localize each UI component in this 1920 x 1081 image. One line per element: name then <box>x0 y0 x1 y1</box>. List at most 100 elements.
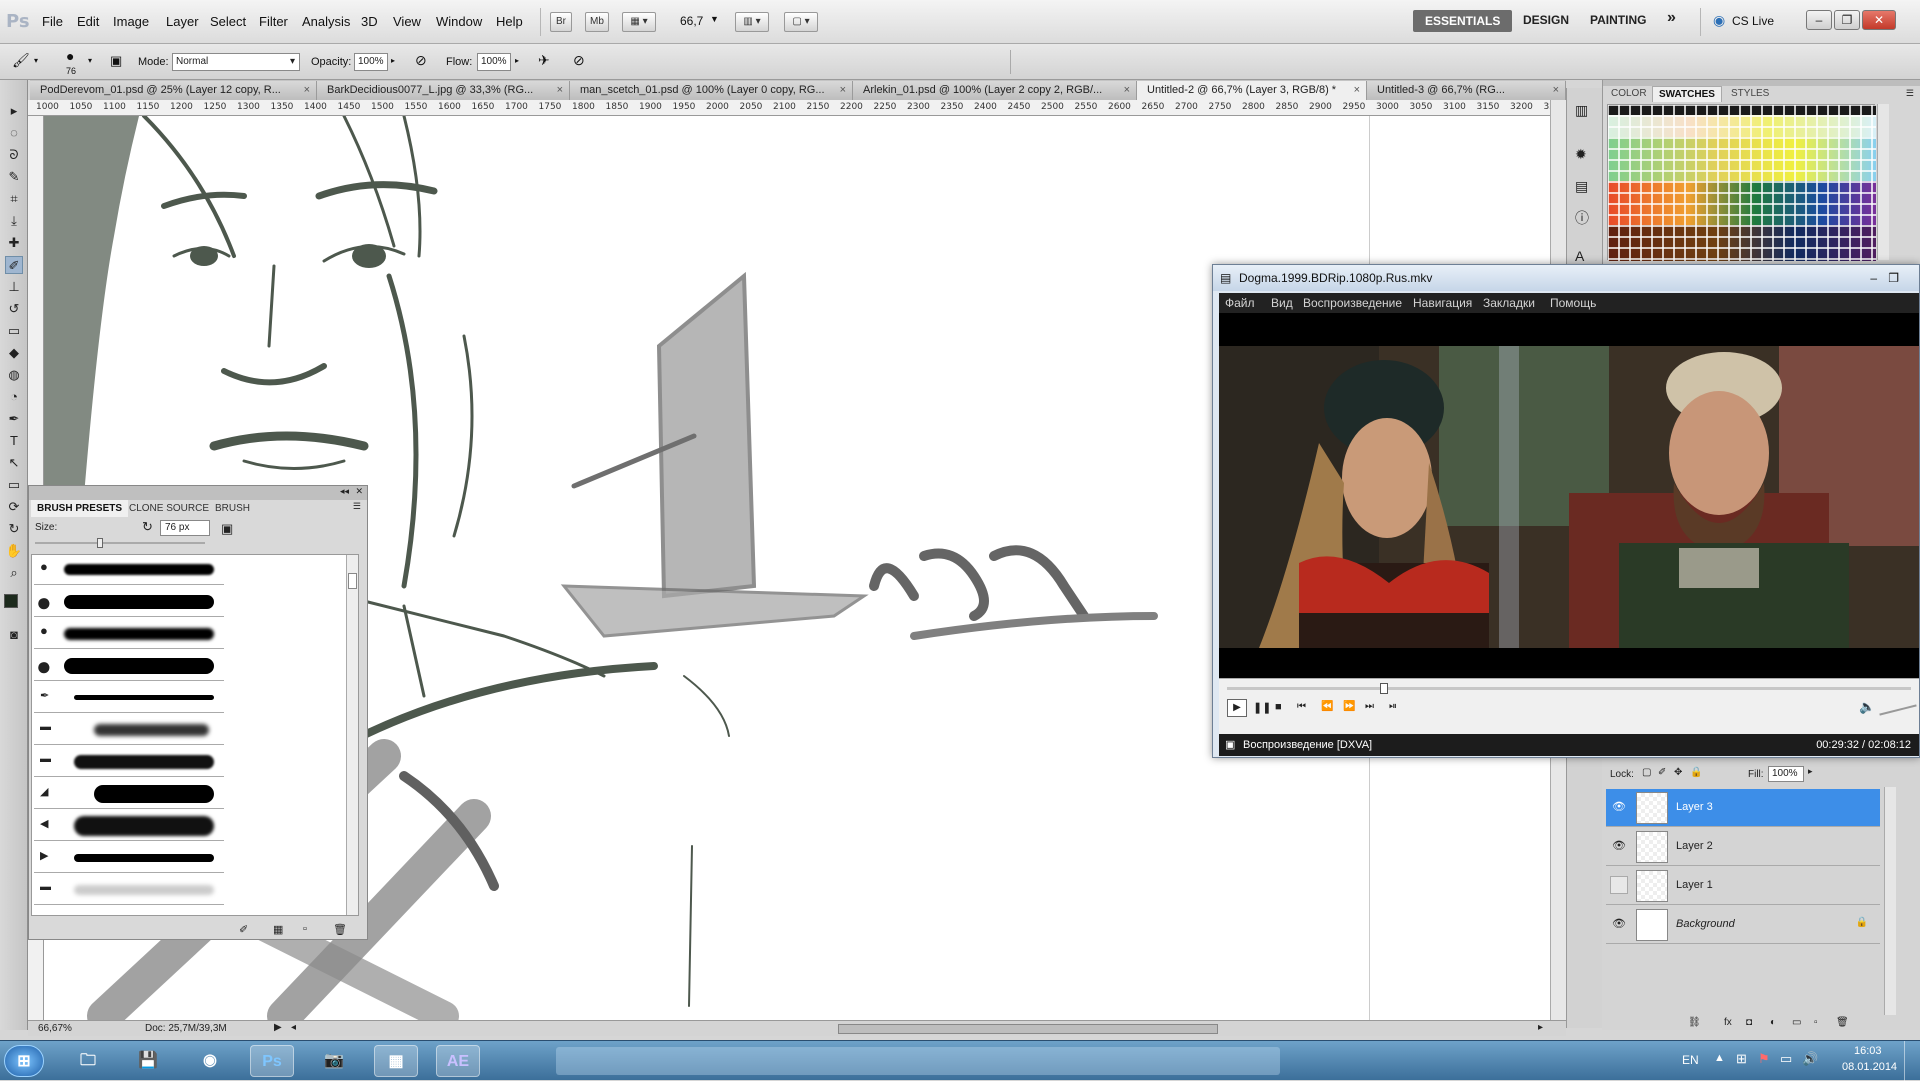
size-input[interactable]: 76 px <box>160 520 210 536</box>
gradient-tool-icon[interactable]: ◆ <box>5 344 23 362</box>
hand-tool-icon[interactable]: ✋ <box>5 542 23 560</box>
character-icon[interactable]: A <box>1575 248 1584 264</box>
pressure-size-icon[interactable]: ⊘ <box>573 52 585 69</box>
visibility-eye-icon[interactable]: 👁 <box>1610 798 1628 816</box>
tray-arrow-icon[interactable]: ▲ <box>1714 1052 1725 1064</box>
lasso-tool-icon[interactable]: ᘐ <box>5 146 23 164</box>
photoshop-taskbar-icon[interactable]: Ps <box>250 1045 294 1077</box>
chevron-down-icon[interactable]: ▾ <box>34 56 38 65</box>
device-icon[interactable]: ▭ <box>1780 1051 1792 1067</box>
more-workspaces-icon[interactable]: » <box>1667 9 1676 27</box>
brush-preset-item[interactable]: ● <box>34 555 224 585</box>
chevron-down-icon[interactable]: ▼ <box>710 14 719 24</box>
menu-analysis[interactable]: Analysis <box>302 14 350 29</box>
chevron-right-icon[interactable]: ▸ <box>515 56 519 65</box>
after-effects-icon[interactable]: AE <box>436 1045 480 1077</box>
volume-tray-icon[interactable]: 🔊 <box>1802 1051 1818 1067</box>
path-select-tool-icon[interactable]: ↖ <box>5 454 23 472</box>
brush-preset-item[interactable]: ◀ <box>34 811 224 841</box>
save-app-icon[interactable]: 💾 <box>126 1045 170 1077</box>
tab-clone-source[interactable]: CLONE SOURCE <box>123 500 215 517</box>
lock-all-icon[interactable]: 🔒 <box>1690 767 1702 778</box>
close-icon[interactable]: × <box>1553 81 1559 99</box>
layer-mask-icon[interactable]: ◘ <box>1746 1017 1752 1028</box>
move-tool-icon[interactable]: ▸ <box>5 102 23 120</box>
menu-file[interactable]: File <box>42 14 63 29</box>
close-icon[interactable]: × <box>840 81 846 99</box>
seek-thumb[interactable] <box>1380 683 1389 694</box>
tab-document[interactable]: PodDerevom_01.psd @ 25% (Layer 12 copy, … <box>30 81 317 100</box>
adjustments-icon[interactable]: ✹ <box>1575 146 1587 163</box>
new-brush-icon[interactable]: ▫ <box>303 923 307 935</box>
adjustment-layer-icon[interactable]: ◐ <box>1770 1017 1776 1028</box>
view-extras-button[interactable]: ▦ ▾ <box>622 12 656 32</box>
healing-tool-icon[interactable]: ✚ <box>5 234 23 252</box>
language-indicator[interactable]: EN <box>1682 1053 1699 1067</box>
layer-style-icon[interactable]: fx <box>1724 1017 1732 1028</box>
minimize-icon[interactable]: – <box>1806 10 1832 30</box>
marquee-tool-icon[interactable]: ◌ <box>5 124 23 142</box>
tab-brush[interactable]: BRUSH <box>209 500 256 517</box>
start-button[interactable]: ⊞ <box>4 1045 44 1077</box>
collapse-icon[interactable]: ◂◂ <box>340 486 349 497</box>
history-brush-tool-icon[interactable]: ↺ <box>5 300 23 318</box>
workspace-painting[interactable]: PAINTING <box>1590 13 1646 27</box>
cs-live-button[interactable]: CS Live <box>1732 14 1774 28</box>
close-icon[interactable]: ✕ <box>355 486 363 497</box>
panel-header[interactable]: ◂◂ ✕ <box>29 486 367 500</box>
screen-mode-button[interactable]: ▢ ▾ <box>784 12 818 32</box>
workspace-design[interactable]: DESIGN <box>1523 13 1569 27</box>
network-icon[interactable]: ⊞ <box>1736 1051 1747 1067</box>
video-frame[interactable] <box>1219 313 1919 678</box>
layer-row[interactable]: 👁 Layer 3 <box>1606 789 1880 827</box>
tab-document[interactable]: BarkDecidious0077_L.jpg @ 33,3% (RG... × <box>317 81 570 100</box>
brush-preset-item[interactable]: ● <box>34 651 224 681</box>
tab-brush-presets[interactable]: BRUSH PRESETS <box>31 500 129 517</box>
brush-preset-item[interactable]: ● <box>34 619 224 649</box>
menu-window[interactable]: Window <box>436 14 482 29</box>
quick-mask-icon[interactable]: ◙ <box>5 626 23 644</box>
close-icon[interactable]: × <box>1354 81 1360 99</box>
brush-tool-icon[interactable]: 🖌 <box>12 52 30 69</box>
fast-forward-icon[interactable]: ⏩ <box>1343 701 1355 712</box>
visibility-eye-icon[interactable]: 👁 <box>1610 837 1628 855</box>
pause-icon[interactable]: ❚❚ <box>1253 701 1271 714</box>
clone-stamp-tool-icon[interactable]: ⊥ <box>5 278 23 296</box>
foreground-color-swatch[interactable] <box>4 594 18 608</box>
arrange-documents-button[interactable]: ▥ ▾ <box>735 12 769 32</box>
lock-transparency-icon[interactable]: ▢ <box>1642 767 1651 778</box>
link-layers-icon[interactable]: ⛓ <box>1688 1017 1701 1028</box>
menu-filter[interactable]: Filter <box>259 14 288 29</box>
show-desktop-button[interactable] <box>1904 1041 1920 1081</box>
brush-preset-item[interactable]: ▬ <box>34 747 224 777</box>
opacity-input[interactable]: 100% <box>354 53 388 71</box>
dodge-tool-icon[interactable]: ◔ <box>5 388 23 406</box>
type-tool-icon[interactable]: T <box>5 432 23 450</box>
brush-preset-item[interactable]: ● <box>34 587 224 617</box>
tab-styles[interactable]: STYLES <box>1725 86 1775 101</box>
info-icon[interactable]: ⓘ <box>1575 208 1589 228</box>
menu-help[interactable]: Help <box>496 14 523 29</box>
3d-orbit-tool-icon[interactable]: ↻ <box>5 520 23 538</box>
brush-preset-item[interactable]: ▬ <box>34 875 224 905</box>
calendar-app-icon[interactable]: ▦ <box>374 1045 418 1077</box>
mode-select[interactable]: Normal ▾ <box>172 53 300 71</box>
maximize-icon[interactable]: ❐ <box>1834 10 1860 30</box>
video-menu-bookmarks[interactable]: Закладки <box>1483 296 1535 310</box>
brush-panel-toggle-icon[interactable]: ▣ <box>110 53 122 69</box>
chevron-right-icon[interactable]: ▸ <box>391 56 395 65</box>
crop-tool-icon[interactable]: ⌗ <box>5 190 23 208</box>
play-icon[interactable]: ▶ <box>1227 699 1247 717</box>
tab-swatches[interactable]: SWATCHES <box>1652 86 1722 102</box>
panel-menu-icon[interactable]: ☰ <box>353 501 361 512</box>
airbrush-icon[interactable]: ✈ <box>538 52 550 69</box>
trash-icon[interactable]: 🗑 <box>1836 1017 1849 1028</box>
seek-bar[interactable] <box>1227 687 1911 690</box>
scroll-left-icon[interactable]: ◂ <box>291 1022 296 1033</box>
bridge-button[interactable]: Br <box>550 12 572 32</box>
brush-tool-icon[interactable]: ✐ <box>5 256 23 274</box>
menu-select[interactable]: Select <box>210 14 246 29</box>
video-menu-view[interactable]: Вид <box>1271 296 1293 310</box>
size-slider-thumb[interactable] <box>97 538 103 548</box>
close-icon[interactable]: × <box>557 81 563 99</box>
